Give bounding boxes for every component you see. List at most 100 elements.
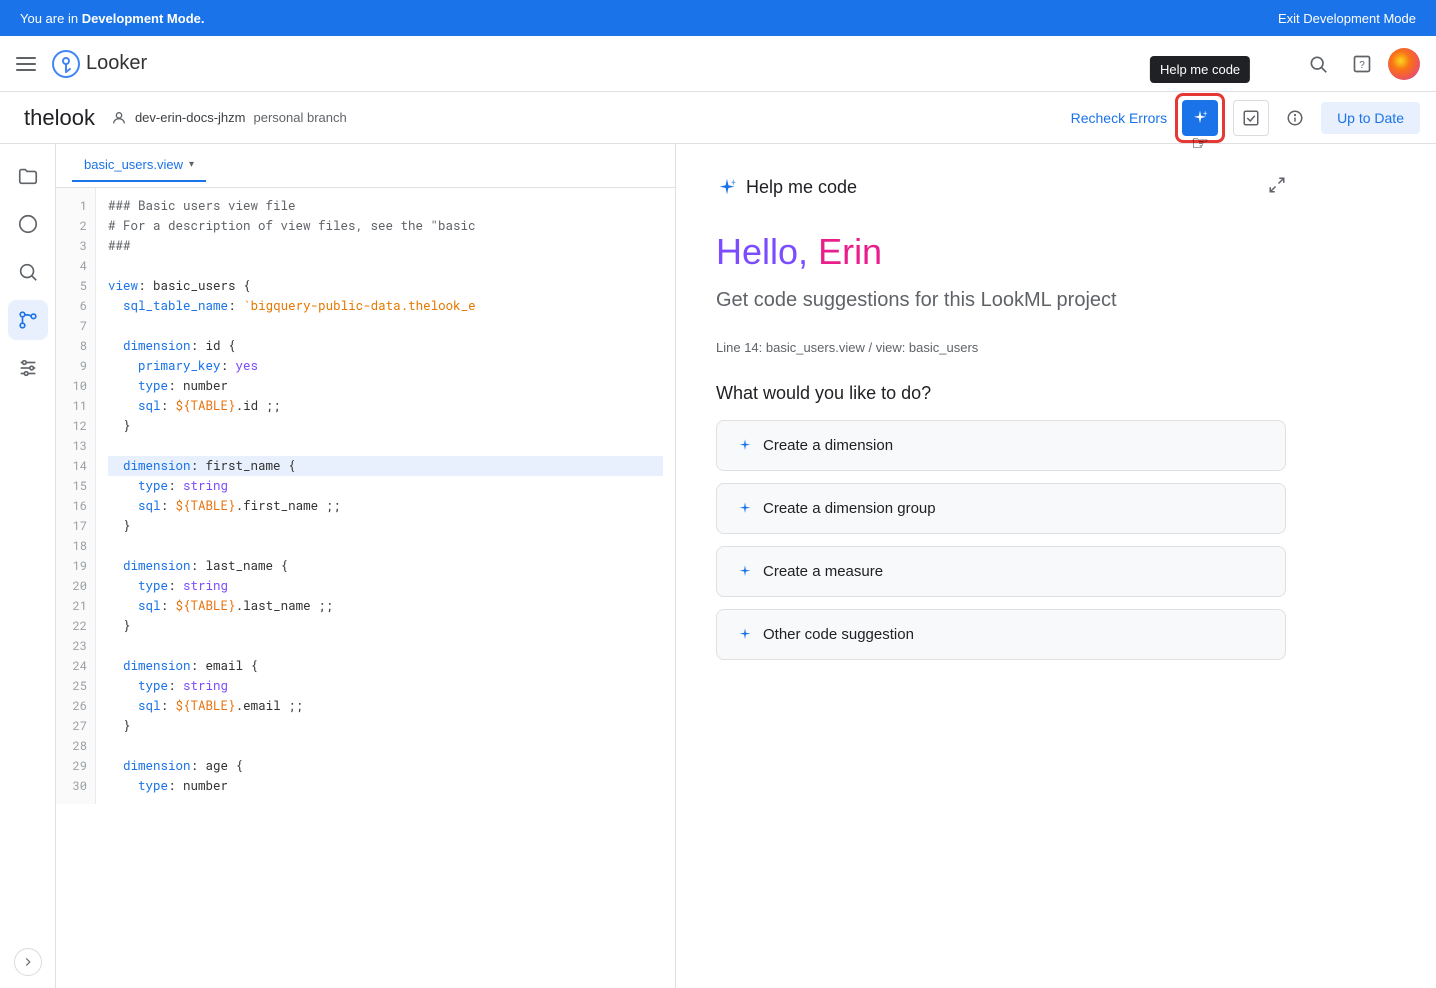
- suggestion-create-dimension[interactable]: Create a dimension: [716, 420, 1286, 471]
- greeting-name: Erin: [818, 231, 882, 272]
- help-me-code-panel: Help me code Hello, Erin Get code sugges…: [676, 144, 1326, 988]
- looker-logo-icon: [52, 50, 80, 78]
- help-me-code-highlighted-container: Help me code ☞: [1175, 93, 1225, 143]
- code-line-15: type: string: [108, 476, 663, 496]
- what-label: What would you like to do?: [716, 383, 1286, 404]
- code-line-29: dimension: age {: [108, 756, 663, 776]
- code-line-7: [108, 316, 663, 336]
- validate-icon: [1242, 109, 1260, 127]
- code-line-16: sql: ${TABLE}.first_name ;;: [108, 496, 663, 516]
- suggestion-create-measure[interactable]: Create a measure: [716, 546, 1286, 597]
- looker-logo: Looker: [52, 50, 147, 78]
- dev-banner-text: You are in Development Mode.: [20, 11, 204, 26]
- project-name: thelook: [24, 105, 95, 131]
- project-bar-left: thelook dev-erin-docs-jhzm personal bran…: [24, 105, 347, 131]
- info-icon: [1286, 109, 1304, 127]
- code-line-25: type: string: [108, 676, 663, 696]
- code-line-27: }: [108, 716, 663, 736]
- code-line-17: }: [108, 516, 663, 536]
- tab-dropdown-icon: ▾: [189, 159, 194, 170]
- code-line-10: type: number: [108, 376, 663, 396]
- greeting: Hello, Erin: [716, 231, 1286, 273]
- code-line-19: dimension: last_name {: [108, 556, 663, 576]
- left-sidebar: [0, 144, 56, 988]
- sparkle-icon-4: [737, 627, 753, 643]
- user-avatar[interactable]: [1388, 48, 1420, 80]
- help-subtitle: Get code suggestions for this LookML pro…: [716, 289, 1286, 312]
- nav-right: ?: [1300, 46, 1420, 82]
- project-bar-right: Recheck Errors Help me code ☞ Up to: [1071, 93, 1420, 143]
- folder-icon: [17, 165, 39, 187]
- context-line: Line 14: basic_users.view / view: basic_…: [716, 340, 1286, 355]
- nav-left: Looker: [16, 50, 147, 78]
- recheck-errors-button[interactable]: Recheck Errors: [1071, 110, 1167, 126]
- branch-info: dev-erin-docs-jhzm personal branch: [111, 110, 347, 126]
- sidebar-item-git[interactable]: [8, 300, 48, 340]
- code-line-22: }: [108, 616, 663, 636]
- code-line-24: dimension: email {: [108, 656, 663, 676]
- exit-dev-mode-button[interactable]: Exit Development Mode: [1278, 11, 1416, 26]
- line-numbers: 1 2 3 4 5 6 7 8 9 10 11 12 13 14 15 16 1: [56, 188, 96, 804]
- code-editor: basic_users.view ▾ 1 2 3 4 5 6 7 8 9 10 …: [56, 144, 676, 988]
- code-line-26: sql: ${TABLE}.email ;;: [108, 696, 663, 716]
- compass-icon: [17, 213, 39, 235]
- search-button[interactable]: [1300, 46, 1336, 82]
- help-button[interactable]: ?: [1344, 46, 1380, 82]
- svg-text:?: ?: [1359, 60, 1365, 71]
- info-button[interactable]: [1277, 100, 1313, 136]
- code-line-11: sql: ${TABLE}.id ;;: [108, 396, 663, 416]
- sidebar-expand-button[interactable]: [14, 948, 42, 976]
- code-line-3: ###: [108, 236, 663, 256]
- code-line-28: [108, 736, 663, 756]
- sidebar-item-files[interactable]: [8, 156, 48, 196]
- up-to-date-button[interactable]: Up to Date: [1321, 102, 1420, 134]
- suggestion-create-dimension-group[interactable]: Create a dimension group: [716, 483, 1286, 534]
- expand-panel-button[interactable]: [1268, 176, 1286, 199]
- search-sidebar-icon: [17, 261, 39, 283]
- sidebar-item-settings[interactable]: [8, 348, 48, 388]
- main-container: basic_users.view ▾ 1 2 3 4 5 6 7 8 9 10 …: [0, 144, 1436, 988]
- code-line-5: view: basic_users {: [108, 276, 663, 296]
- sparkle-icon-3: [737, 564, 753, 580]
- sparkle-icon-2: [737, 501, 753, 517]
- sidebar-item-search[interactable]: [8, 252, 48, 292]
- sparkle-icon: [1191, 109, 1209, 127]
- git-icon: [17, 309, 39, 331]
- code-content[interactable]: 1 2 3 4 5 6 7 8 9 10 11 12 13 14 15 16 1: [56, 188, 675, 988]
- validate-button[interactable]: [1233, 100, 1269, 136]
- chevron-right-icon: [21, 955, 35, 969]
- user-branch-icon: [111, 110, 127, 126]
- expand-icon: [1268, 176, 1286, 194]
- code-line-23: [108, 636, 663, 656]
- help-panel-title: Help me code: [716, 177, 857, 199]
- help-panel-header: Help me code: [716, 176, 1286, 199]
- sliders-icon: [17, 357, 39, 379]
- editor-tab-basic-users[interactable]: basic_users.view ▾: [72, 149, 206, 182]
- hamburger-menu-button[interactable]: [16, 52, 40, 76]
- code-line-30: type: number: [108, 776, 663, 796]
- project-bar: thelook dev-erin-docs-jhzm personal bran…: [0, 92, 1436, 144]
- code-line-20: type: string: [108, 576, 663, 596]
- dev-banner: You are in Development Mode. Exit Develo…: [0, 0, 1436, 36]
- code-lines: 1 2 3 4 5 6 7 8 9 10 11 12 13 14 15 16 1: [56, 188, 675, 804]
- code-line-6: sql_table_name: `bigquery-public-data.th…: [108, 296, 663, 316]
- branch-type: personal branch: [254, 110, 347, 125]
- editor-tab-bar: basic_users.view ▾: [56, 144, 675, 188]
- code-line-1: ### Basic users view file: [108, 196, 663, 216]
- code-line-18: [108, 536, 663, 556]
- code-line-13: [108, 436, 663, 456]
- code-line-8: dimension: id {: [108, 336, 663, 356]
- code-text-area: ### Basic users view file # For a descri…: [96, 188, 675, 804]
- greeting-hello: Hello,: [716, 231, 808, 272]
- code-line-4: [108, 256, 663, 276]
- sidebar-item-explore[interactable]: [8, 204, 48, 244]
- branch-name: dev-erin-docs-jhzm: [135, 110, 246, 125]
- code-line-21: sql: ${TABLE}.last_name ;;: [108, 596, 663, 616]
- dev-banner-message: You are in Development Mode.: [20, 11, 204, 26]
- code-line-12: }: [108, 416, 663, 436]
- help-me-code-tooltip: Help me code: [1150, 56, 1250, 83]
- sparkle-title-icon: [716, 177, 738, 199]
- code-line-2: # For a description of view files, see t…: [108, 216, 663, 236]
- code-line-9: primary_key: yes: [108, 356, 663, 376]
- suggestion-other-code[interactable]: Other code suggestion: [716, 609, 1286, 660]
